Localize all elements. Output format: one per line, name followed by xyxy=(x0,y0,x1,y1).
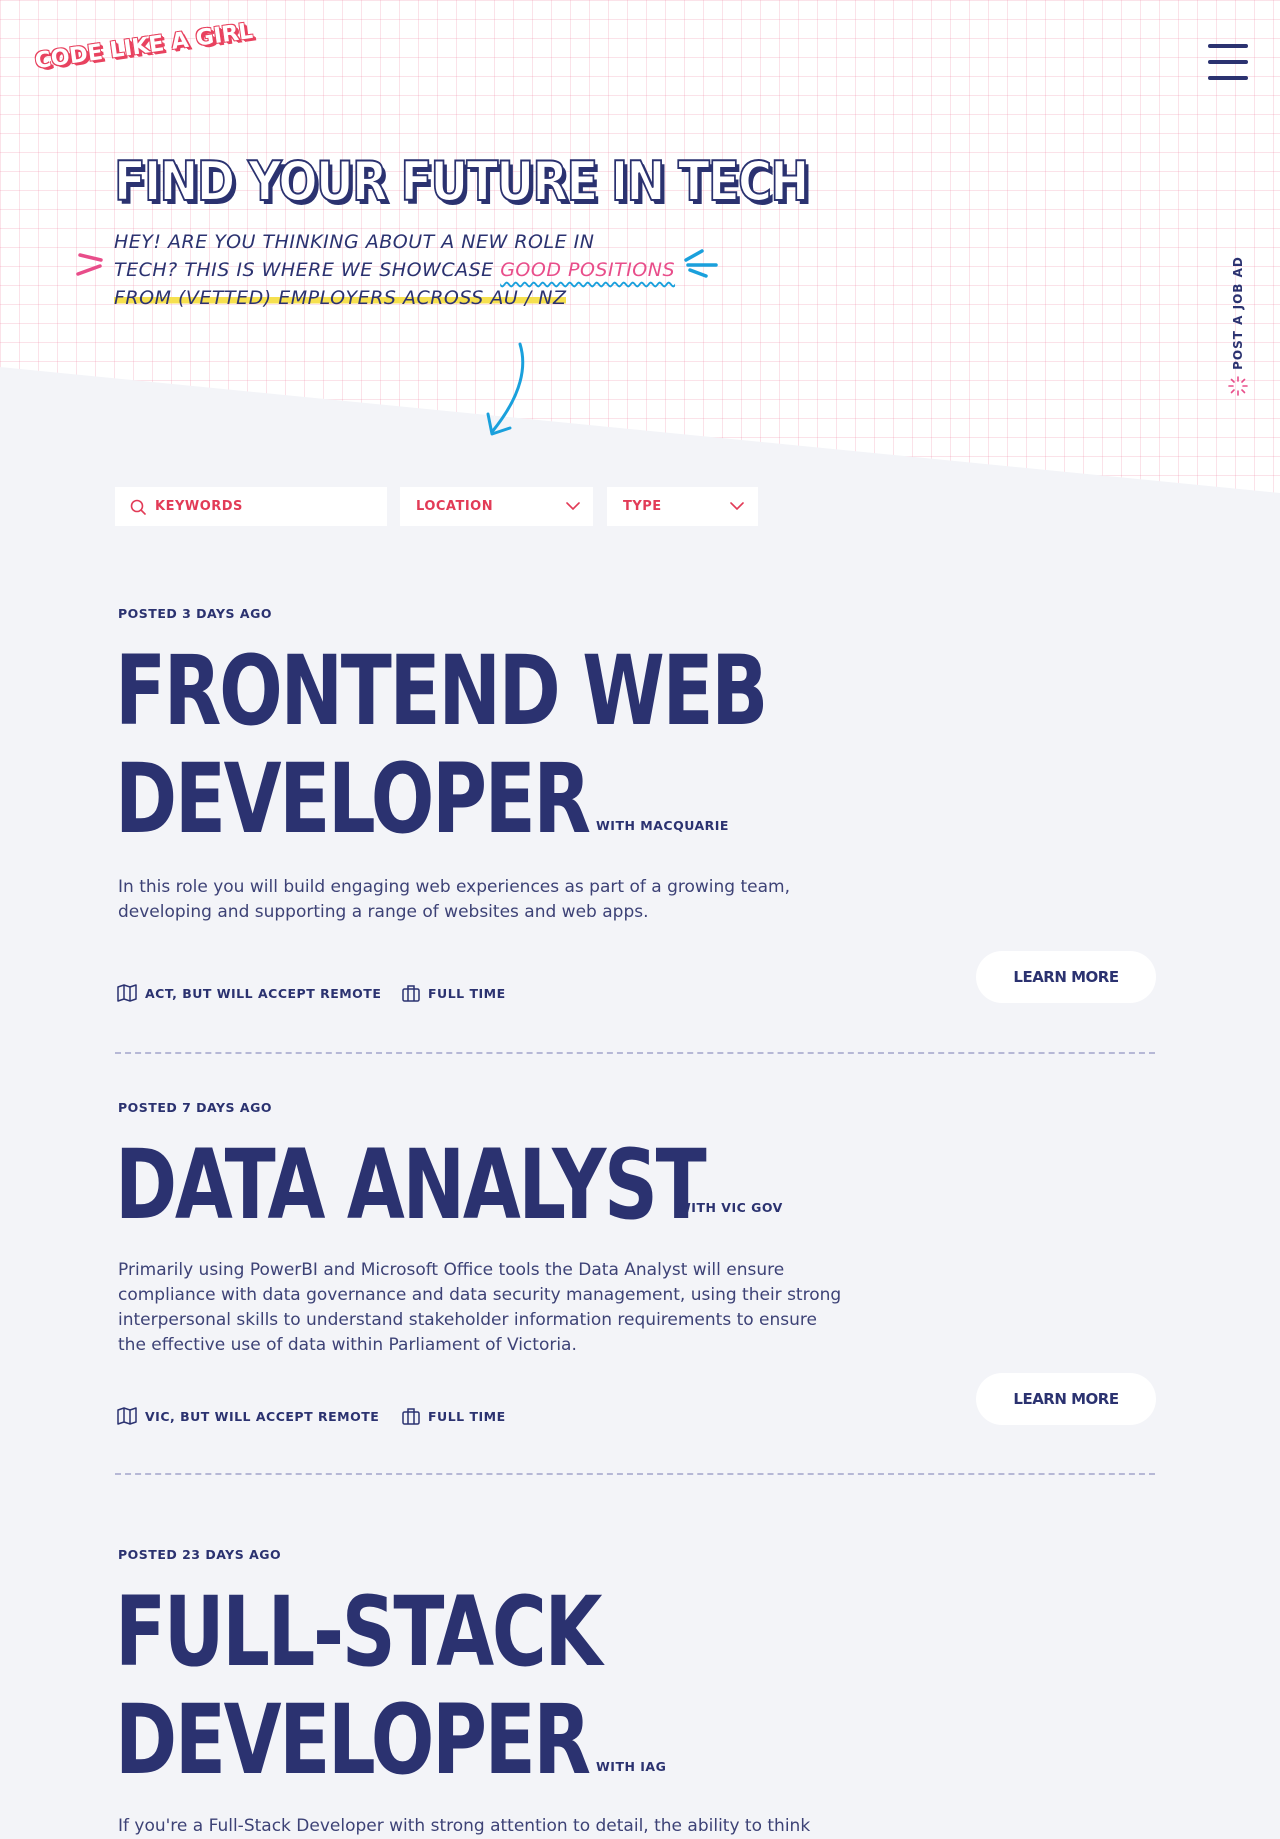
hero-subtitle-line1: HEY! ARE YOU THINKING ABOUT A NEW ROLE I… xyxy=(114,231,595,253)
keywords-search-input[interactable]: KEYWORDS xyxy=(115,487,387,526)
job-location: VIC, BUT WILL ACCEPT REMOTE xyxy=(117,1407,379,1425)
hero-subtitle: HEY! ARE YOU THINKING ABOUT A NEW ROLE I… xyxy=(114,228,754,312)
job-listing: POSTED 7 DAYS AGO DATA ANALYST WITH VIC … xyxy=(115,1094,1156,1476)
post-job-ad-label: POST A JOB AD xyxy=(1231,256,1245,370)
job-location-text: VIC, BUT WILL ACCEPT REMOTE xyxy=(145,1408,380,1424)
job-title-line2[interactable]: DEVELOPER xyxy=(115,1687,591,1793)
menu-bar xyxy=(1208,60,1248,64)
type-label: TYPE xyxy=(623,499,662,514)
hero-subtitle-highlight: GOOD POSITIONS xyxy=(500,259,676,281)
hero-subtitle-line2: TECH? THIS IS WHERE WE SHOWCASE GOOD POS… xyxy=(114,256,754,284)
job-title-line1[interactable]: FRONTEND WEB xyxy=(115,638,768,744)
posted-date: POSTED 7 DAYS AGO xyxy=(118,1100,272,1115)
company-name: WITH MACQUARIE xyxy=(596,818,729,833)
chevron-down-icon xyxy=(566,502,580,510)
hero-title: FIND YOUR FUTURE IN TECH xyxy=(113,149,810,214)
company-name: WITH VIC GOV xyxy=(677,1200,783,1215)
job-listing: POSTED 3 DAYS AGO FRONTEND WEB DEVELOPER… xyxy=(115,600,1156,1055)
hero-subtitle-line2-text: TECH? THIS IS WHERE WE SHOWCASE xyxy=(114,259,501,281)
location-select[interactable]: LOCATION xyxy=(400,487,593,526)
briefcase-icon xyxy=(402,1408,420,1425)
hero-subtitle-line3-text: FROM (VETTED) EMPLOYERS ACROSS AU / NZ xyxy=(114,287,567,309)
search-icon xyxy=(130,499,146,515)
map-icon xyxy=(117,1407,137,1425)
company-name: WITH IAG xyxy=(596,1759,667,1774)
type-select[interactable]: TYPE xyxy=(607,487,758,526)
sparkle-icon xyxy=(1228,376,1248,396)
menu-bar xyxy=(1208,44,1248,48)
job-title-line1[interactable]: FULL-STACK xyxy=(115,1579,603,1685)
job-listing: POSTED 23 DAYS AGO FULL-STACK DEVELOPER … xyxy=(115,1541,1155,1836)
job-type: FULL TIME xyxy=(402,984,506,1002)
briefcase-icon xyxy=(402,985,420,1002)
down-arrow-icon xyxy=(486,342,525,436)
job-description: If you're a Full-Stack Developer with st… xyxy=(118,1816,811,1836)
hero-subtitle-line3: FROM (VETTED) EMPLOYERS ACROSS AU / NZ xyxy=(114,284,754,312)
blue-accent-marks-icon xyxy=(684,249,718,278)
job-description: Primarily using PowerBI and Microsoft Of… xyxy=(118,1260,842,1355)
keywords-placeholder: KEYWORDS xyxy=(155,499,243,514)
job-title-line2[interactable]: DEVELOPER xyxy=(115,746,591,852)
job-title-line1[interactable]: DATA ANALYST xyxy=(115,1132,707,1238)
learn-more-button[interactable]: LEARN MORE xyxy=(976,1373,1156,1425)
posted-date: POSTED 23 DAYS AGO xyxy=(118,1547,282,1562)
job-description: In this role you will build engaging web… xyxy=(118,877,790,922)
map-icon xyxy=(117,984,137,1002)
learn-more-button[interactable]: LEARN MORE xyxy=(976,951,1156,1003)
job-type-text: FULL TIME xyxy=(428,1408,506,1424)
hamburger-menu-icon[interactable] xyxy=(1206,42,1250,82)
dashed-divider xyxy=(115,1052,1155,1054)
menu-bar xyxy=(1208,76,1248,80)
job-type-text: FULL TIME xyxy=(428,985,506,1001)
dashed-divider xyxy=(115,1473,1155,1475)
job-type: FULL TIME xyxy=(402,1407,506,1425)
job-location: ACT, BUT WILL ACCEPT REMOTE xyxy=(117,984,381,1002)
chevron-down-icon xyxy=(730,502,744,510)
posted-date: POSTED 3 DAYS AGO xyxy=(118,606,272,621)
location-label: LOCATION xyxy=(416,499,494,514)
pink-accent-marks-icon xyxy=(76,253,103,276)
post-job-ad-link[interactable]: POST A JOB AD xyxy=(1224,256,1252,398)
job-location-text: ACT, BUT WILL ACCEPT REMOTE xyxy=(145,985,382,1001)
